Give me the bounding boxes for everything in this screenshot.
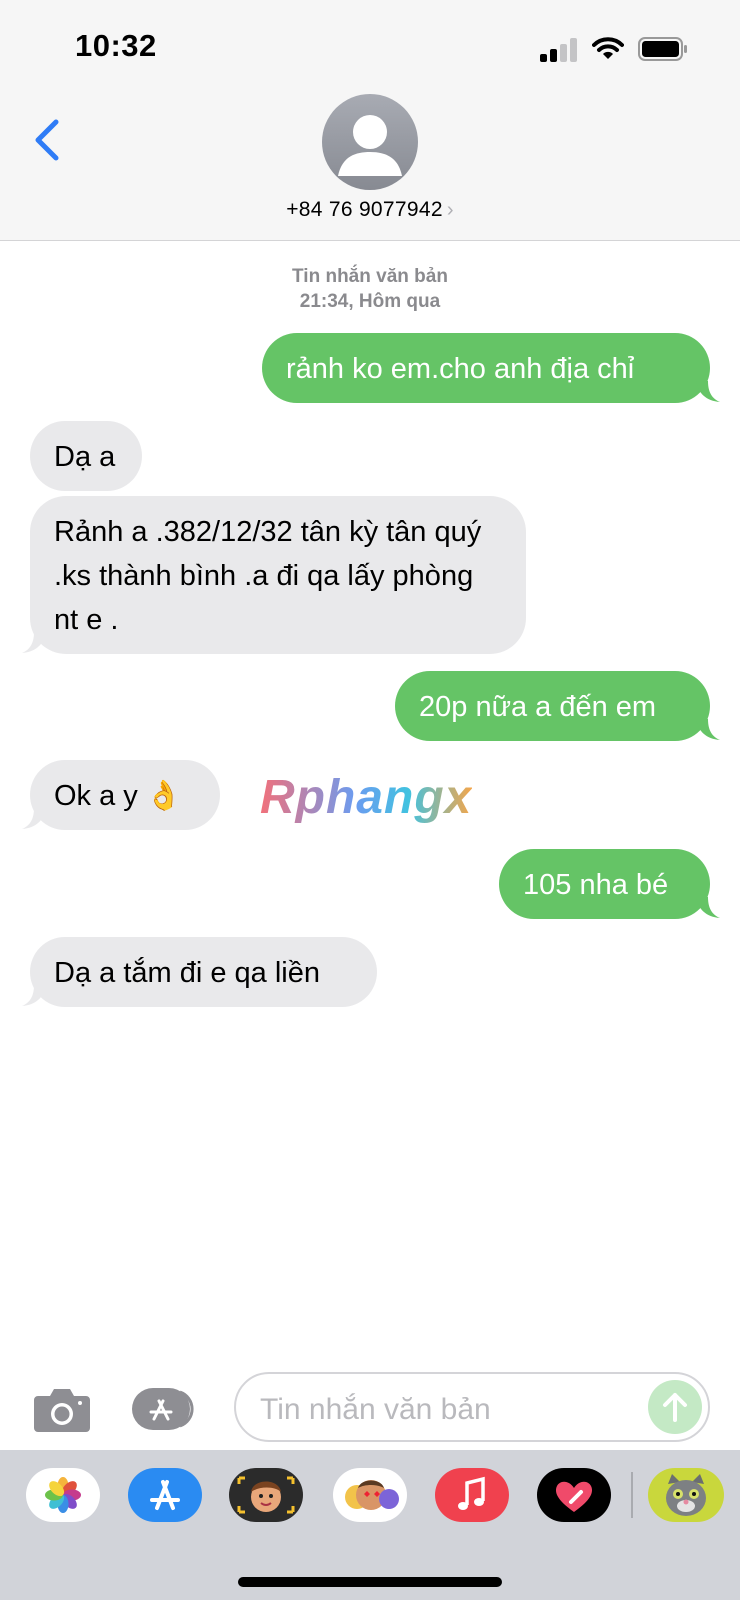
message-text: Rảnh a .382/12/32 tân kỳ tân quý .ks thà… <box>54 516 482 636</box>
bubble-tail <box>22 808 46 829</box>
battery-icon <box>638 37 687 61</box>
message-input-placeholder: Tin nhắn văn bản <box>260 1393 491 1426</box>
home-indicator <box>238 1577 502 1587</box>
animoji-icon[interactable] <box>333 1468 407 1522</box>
camera-icon[interactable] <box>32 1384 92 1434</box>
wifi-icon <box>592 37 624 59</box>
message-text: 105 nha bé <box>523 869 669 901</box>
message-text: Dạ a tắm đi e qa liền <box>54 957 320 989</box>
chevron-right-icon: › <box>446 199 454 221</box>
message-bubble-outgoing[interactable]: 105 nha bé <box>499 849 710 919</box>
send-button[interactable] <box>648 1380 702 1434</box>
person-icon <box>338 115 402 176</box>
status-time: 10:32 <box>75 28 157 63</box>
message-bubble-incoming[interactable]: Rảnh a .382/12/32 tân kỳ tân quý .ks thà… <box>30 496 526 654</box>
bubble-tail <box>696 897 720 918</box>
bubble-tail <box>22 985 46 1006</box>
message-bubble-outgoing[interactable]: 20p nữa a đến em <box>395 671 710 741</box>
message-text: 20p nữa a đến em <box>419 691 657 723</box>
bubble-tail <box>696 719 720 740</box>
bubble-tail <box>696 381 720 402</box>
message-text: Ok a y 👌 <box>54 780 182 812</box>
message-bubble-incoming[interactable]: Dạ a <box>30 421 142 491</box>
message-text: rảnh ko em.cho anh địa chỉ <box>286 353 635 385</box>
message-text: Dạ a <box>54 441 116 473</box>
cellular-signal-icon <box>540 38 580 62</box>
memoji-icon[interactable] <box>229 1468 303 1522</box>
message-bubble-incoming[interactable]: Dạ a tắm đi e qa liền <box>30 937 377 1007</box>
conversation-header: 10:32 +84 76 9077942 › <box>0 0 740 241</box>
watermark-logo: Rphangx <box>260 771 473 824</box>
contact-number: +84 76 9077942 <box>286 198 443 221</box>
drawer-divider <box>631 1472 633 1518</box>
message-input[interactable]: Tin nhắn văn bản <box>234 1372 710 1442</box>
app-store-icon[interactable] <box>128 1468 202 1522</box>
music-icon[interactable] <box>435 1468 509 1522</box>
back-chevron-icon[interactable] <box>28 112 68 168</box>
service-label: Tin nhắn văn bản <box>292 266 448 287</box>
contact-avatar[interactable] <box>322 94 418 190</box>
digital-touch-icon[interactable] <box>537 1468 611 1522</box>
bubble-tail <box>22 632 46 653</box>
app-drawer <box>0 1450 740 1600</box>
talking-tom-icon[interactable] <box>648 1468 724 1522</box>
message-timestamp: 21:34, Hôm qua <box>299 291 441 312</box>
photos-icon[interactable] <box>26 1468 100 1522</box>
message-bubble-outgoing[interactable]: rảnh ko em.cho anh địa chỉ <box>262 333 710 403</box>
message-bubble-incoming[interactable]: Ok a y 👌 <box>30 760 220 830</box>
arrow-up-icon <box>663 1393 687 1422</box>
app-store-drawer-icon[interactable] <box>130 1384 202 1434</box>
contact-name[interactable]: +84 76 9077942 › <box>0 198 740 222</box>
